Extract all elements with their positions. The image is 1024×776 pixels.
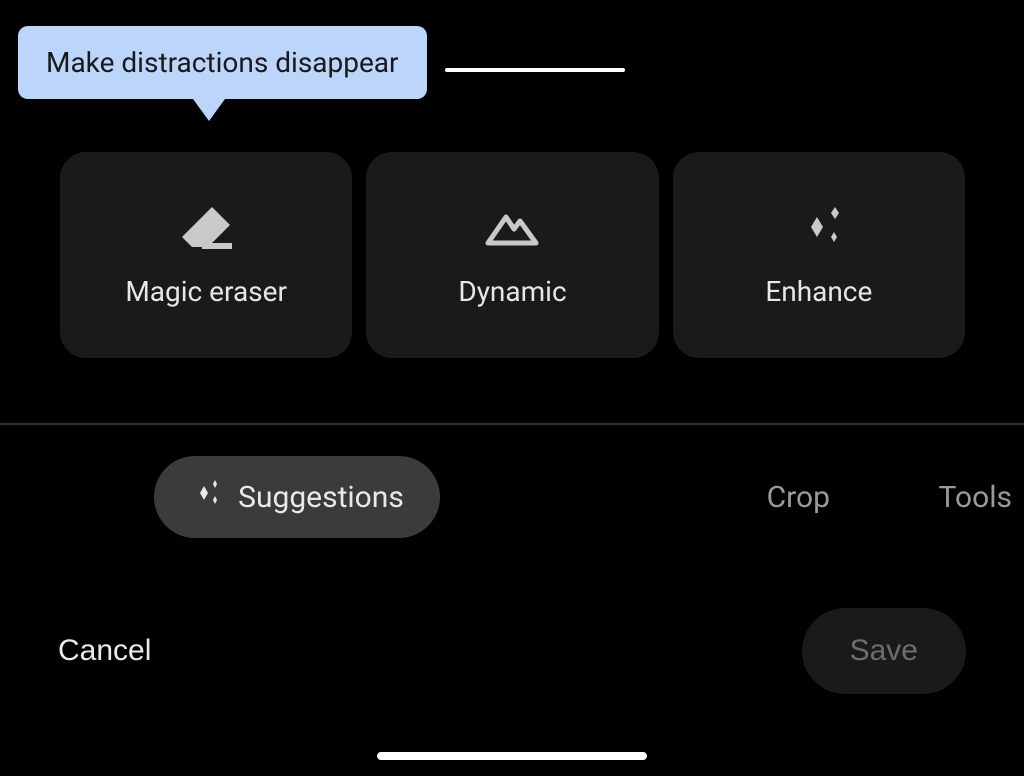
enhance-card[interactable]: Enhance bbox=[673, 152, 965, 358]
tab-tools[interactable]: Tools bbox=[935, 480, 1016, 515]
sparkle-icon bbox=[790, 203, 848, 251]
magic-eraser-card[interactable]: Magic eraser bbox=[60, 152, 352, 358]
home-indicator bbox=[377, 752, 647, 760]
tab-suggestions[interactable]: Suggestions bbox=[154, 456, 440, 538]
tab-crop-label: Crop bbox=[767, 480, 830, 515]
action-bar: Cancel Save bbox=[0, 608, 1024, 694]
cancel-label: Cancel bbox=[58, 634, 151, 667]
tooltip-bubble: Make distractions disappear bbox=[18, 26, 427, 99]
tooltip-connector-line bbox=[445, 68, 625, 72]
dynamic-card[interactable]: Dynamic bbox=[366, 152, 658, 358]
tooltip: Make distractions disappear bbox=[18, 26, 427, 99]
mountain-icon bbox=[483, 203, 541, 251]
eraser-icon bbox=[177, 203, 235, 251]
tab-tools-label: Tools bbox=[939, 480, 1012, 515]
cancel-button[interactable]: Cancel bbox=[58, 634, 151, 668]
magic-eraser-label: Magic eraser bbox=[125, 275, 287, 308]
save-label: Save bbox=[850, 634, 918, 667]
dynamic-label: Dynamic bbox=[458, 275, 566, 308]
section-divider bbox=[0, 423, 1024, 425]
editor-tabs: Suggestions Crop Tools bbox=[0, 456, 1024, 538]
sparkle-icon bbox=[190, 476, 224, 518]
suggestion-cards-row: Magic eraser Dynamic Enhance bbox=[60, 152, 965, 358]
tooltip-text: Make distractions disappear bbox=[46, 46, 399, 79]
tab-crop[interactable]: Crop bbox=[763, 480, 834, 515]
save-button[interactable]: Save bbox=[802, 608, 966, 694]
tab-suggestions-label: Suggestions bbox=[238, 480, 404, 515]
enhance-label: Enhance bbox=[765, 275, 872, 308]
